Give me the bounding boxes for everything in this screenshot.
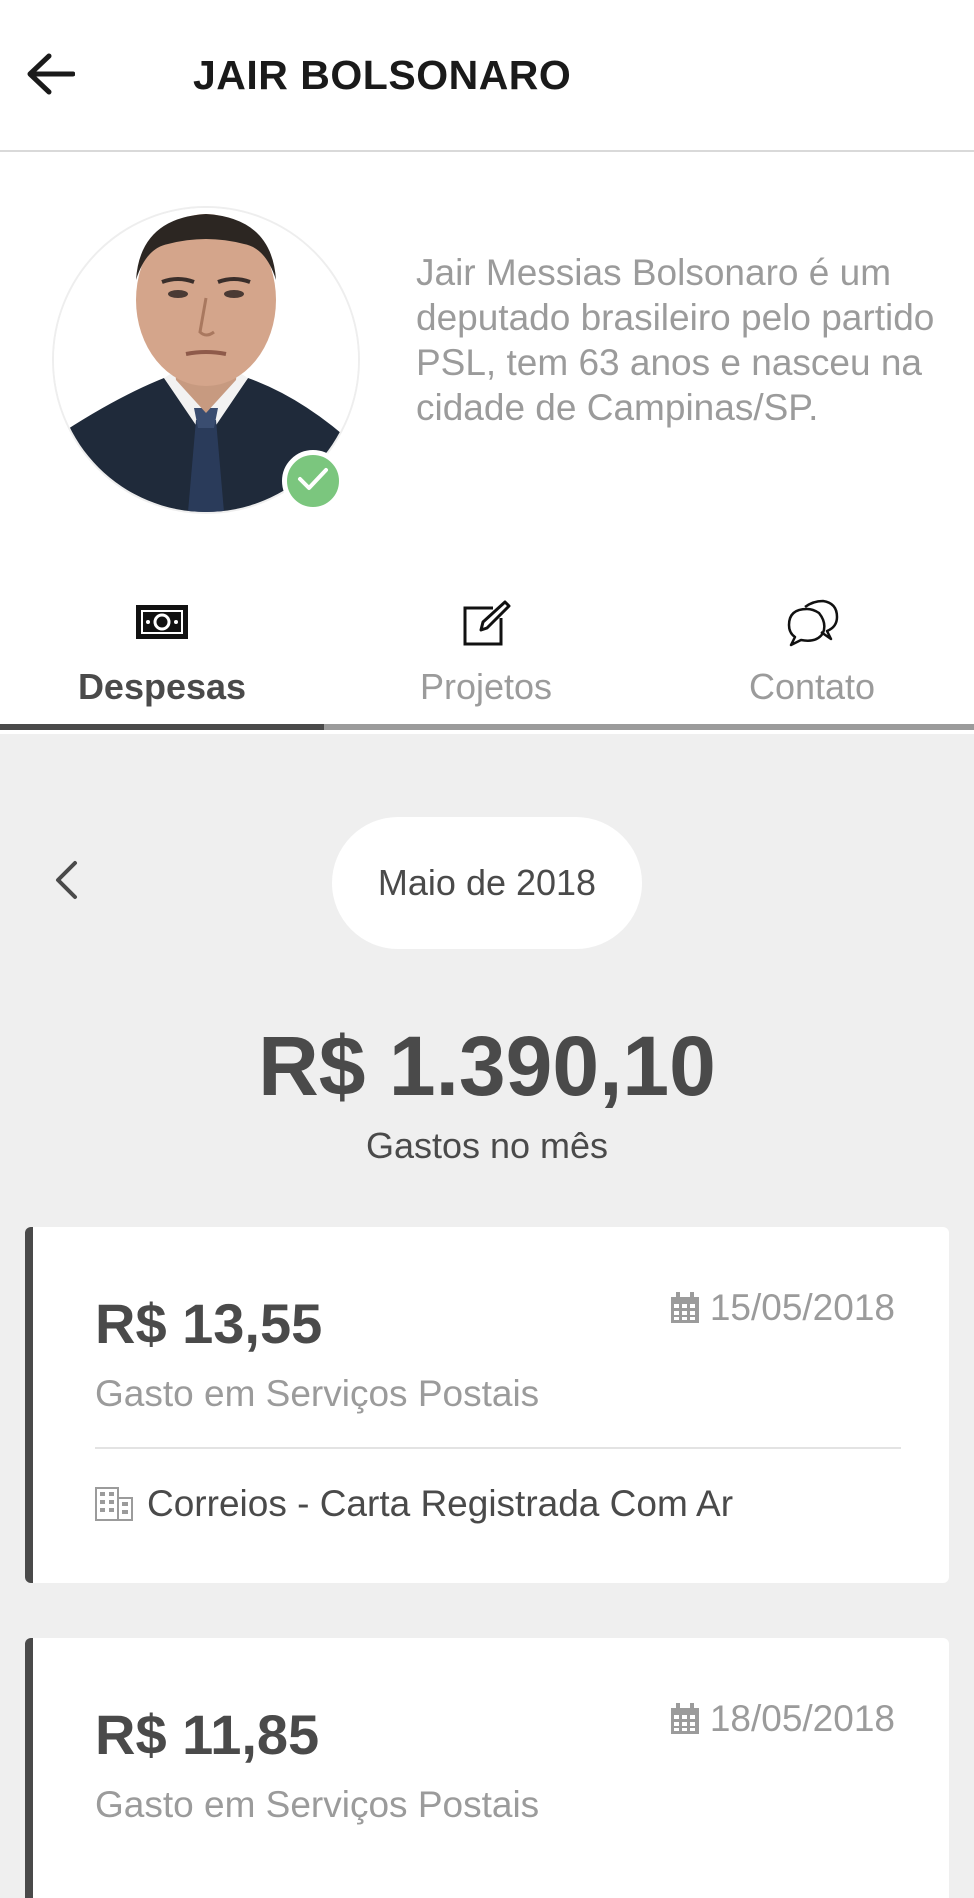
back-button[interactable] bbox=[18, 40, 82, 112]
month-selector[interactable]: Maio de 2018 bbox=[332, 817, 642, 949]
tab-projetos[interactable]: Projetos bbox=[324, 572, 648, 722]
card-divider bbox=[95, 1447, 901, 1449]
profile-section: Jair Messias Bolsonaro é um deputado bra… bbox=[0, 152, 974, 572]
tab-label: Despesas bbox=[77, 666, 247, 707]
chevron-left-icon bbox=[53, 860, 79, 905]
tab-label: Contato bbox=[748, 666, 876, 707]
edit-icon bbox=[461, 598, 511, 648]
money-bill-icon bbox=[134, 598, 190, 648]
calendar-icon bbox=[670, 1703, 700, 1735]
expense-date-text: 15/05/2018 bbox=[709, 1287, 895, 1328]
expense-card[interactable]: R$ 11,85 18/05/2018 Gasto em Serviços Po… bbox=[25, 1638, 949, 1898]
total-amount: R$ 1.390,10 bbox=[258, 1019, 716, 1113]
expense-category: Gasto em Serviços Postais bbox=[95, 1784, 540, 1825]
checkmark-icon bbox=[297, 466, 329, 497]
tab-track bbox=[0, 724, 974, 730]
verified-badge bbox=[282, 450, 344, 512]
expense-amount: R$ 11,85 bbox=[95, 1703, 320, 1766]
expense-date: 18/05/2018 bbox=[670, 1698, 895, 1740]
tab-label: Projetos bbox=[419, 666, 553, 707]
expense-amount: R$ 13,55 bbox=[95, 1292, 323, 1355]
expense-supplier-text: Correios - Carta Registrada Com Ar bbox=[147, 1483, 734, 1524]
page-title: JAIR BOLSONARO bbox=[193, 52, 572, 98]
tab-despesas[interactable]: Despesas bbox=[0, 572, 324, 722]
profile-bio: Jair Messias Bolsonaro é um deputado bra… bbox=[416, 252, 935, 428]
expense-date: 15/05/2018 bbox=[670, 1287, 895, 1329]
expense-card[interactable]: R$ 13,55 15/05/2018 Gasto em Serviços Po… bbox=[25, 1227, 949, 1583]
tab-indicator bbox=[0, 724, 324, 730]
building-icon bbox=[95, 1487, 133, 1521]
tab-bar: Despesas Projetos Contato bbox=[0, 572, 974, 734]
chat-bubbles-icon bbox=[785, 598, 839, 648]
app-bar: JAIR BOLSONARO bbox=[0, 0, 974, 152]
expense-supplier: Correios - Carta Registrada Com Ar bbox=[95, 1483, 733, 1525]
tab-contato[interactable]: Contato bbox=[650, 572, 974, 722]
expense-category: Gasto em Serviços Postais bbox=[95, 1373, 540, 1414]
total-caption: Gastos no mês bbox=[365, 1125, 609, 1166]
arrow-left-icon bbox=[25, 52, 76, 101]
previous-month-button[interactable] bbox=[36, 846, 96, 918]
calendar-icon bbox=[670, 1292, 700, 1324]
expense-date-text: 18/05/2018 bbox=[709, 1698, 895, 1739]
